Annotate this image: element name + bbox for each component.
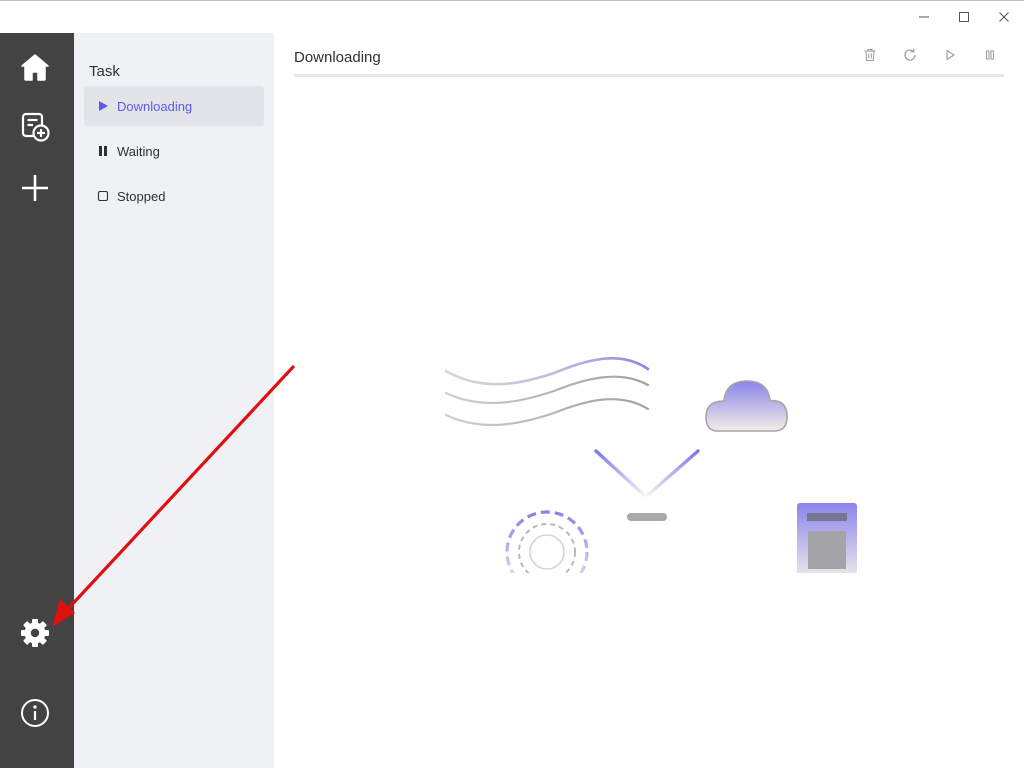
sidebar-item-downloading[interactable]: Downloading: [84, 86, 264, 126]
info-icon: [21, 699, 49, 727]
refresh-icon: [904, 48, 916, 61]
main-panel: Downloading: [274, 33, 1024, 768]
play-outline-icon: [946, 49, 955, 61]
new-task-button[interactable]: [17, 109, 53, 145]
sidebar-item-label: Waiting: [117, 143, 160, 159]
plus-icon: [22, 175, 48, 201]
close-button[interactable]: [984, 1, 1024, 33]
task-add-icon: [21, 112, 50, 142]
sidebar-item-stopped[interactable]: Stopped: [84, 176, 264, 216]
sidebar-item-label: Stopped: [117, 188, 166, 204]
close-icon: [999, 12, 1009, 22]
no-task-illustration: [444, 357, 857, 573]
task-sidebar: Task Downloading Waiting Stopped: [74, 33, 274, 768]
home-icon: [21, 54, 49, 81]
nav-rail: [0, 33, 74, 768]
sidebar-item-label: Downloading: [117, 98, 193, 114]
refresh-button[interactable]: [900, 45, 920, 65]
stop-icon: [97, 190, 109, 202]
minimize-icon: [919, 16, 929, 18]
maximize-button[interactable]: [944, 1, 984, 33]
title-bar: [0, 1, 1024, 33]
delete-button[interactable]: [860, 45, 880, 65]
title-divider: [294, 74, 1004, 77]
home-button[interactable]: [17, 49, 53, 85]
resume-all-button[interactable]: [940, 45, 960, 65]
app-window: Task Downloading Waiting Stopped Downloa…: [0, 0, 1024, 768]
page-title: Downloading: [294, 49, 381, 66]
maximize-icon: [959, 12, 969, 22]
pause-outline-icon: [986, 50, 994, 60]
minimize-button[interactable]: [904, 1, 944, 33]
about-button[interactable]: [17, 695, 53, 731]
sidebar-item-waiting[interactable]: Waiting: [84, 131, 264, 171]
pause-icon: [97, 145, 109, 157]
sidebar-title: Task: [89, 63, 120, 80]
trash-icon: [864, 49, 876, 61]
add-button[interactable]: [17, 170, 53, 206]
gear-icon: [21, 619, 49, 647]
play-icon: [97, 100, 109, 112]
settings-button[interactable]: [17, 615, 53, 651]
pause-all-button[interactable]: [980, 45, 1000, 65]
